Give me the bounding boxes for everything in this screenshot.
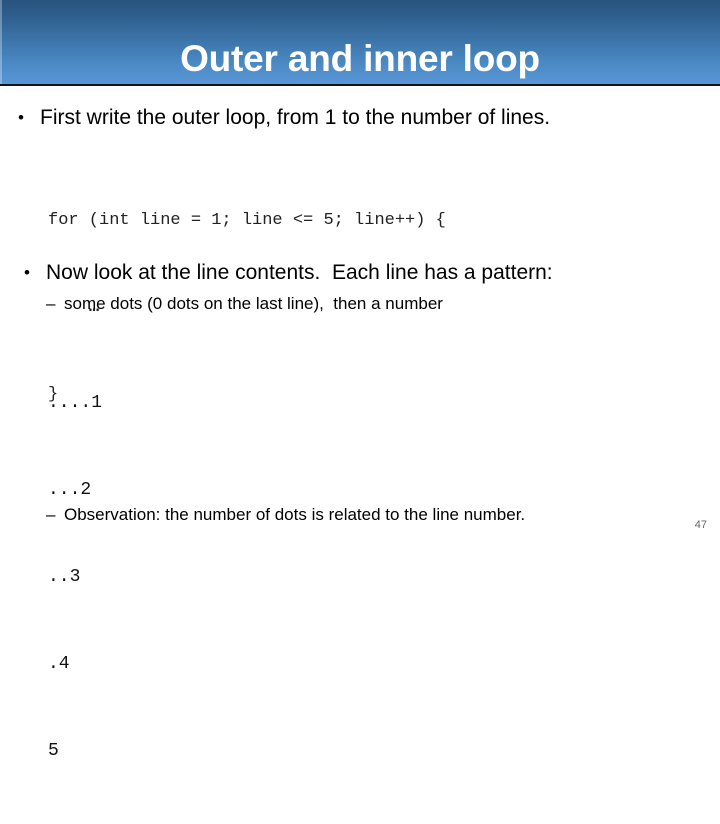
code-line-for-statement: for (int line = 1; line <= 5; line++) { xyxy=(48,211,446,230)
bullet-marker-icon: • xyxy=(24,263,30,282)
pattern-line: ..3 xyxy=(48,567,81,587)
pattern-line: ....1 xyxy=(48,393,103,413)
sub-bullet-some-dots: – some dots (0 dots on the last line), t… xyxy=(46,294,706,314)
slide-title: Outer and inner loop xyxy=(180,38,540,79)
bullet-text: Now look at the line contents. Each line… xyxy=(46,261,553,284)
page-number: 47 xyxy=(694,519,707,531)
bullet-line-contents-pattern: • Now look at the line contents. Each li… xyxy=(24,261,714,285)
title-banner: Outer and inner loop xyxy=(0,0,720,86)
pattern-line: ...2 xyxy=(48,480,92,500)
dash-marker-icon: – xyxy=(46,294,56,313)
slide-body: • First write the outer loop, from 1 to … xyxy=(0,86,720,761)
sub-bullet-text: some dots (0 dots on the last line), the… xyxy=(64,294,443,313)
bullet-text: First write the outer loop, from 1 to th… xyxy=(40,106,551,129)
sub-bullet-text: Observation: the number of dots is relat… xyxy=(64,505,526,524)
bullet-first-write-outer-loop: • First write the outer loop, from 1 to … xyxy=(18,106,708,130)
bullet-marker-icon: • xyxy=(18,108,24,127)
code-line-closing-brace: } xyxy=(48,385,59,404)
dash-marker-icon: – xyxy=(46,505,56,524)
sub-bullet-observation: – Observation: the number of dots is rel… xyxy=(46,505,686,525)
pattern-line: .4 xyxy=(48,654,70,674)
dot-pattern-block: ....1 ...2 ..3 .4 5 xyxy=(48,331,102,824)
pattern-line: 5 xyxy=(48,741,59,761)
